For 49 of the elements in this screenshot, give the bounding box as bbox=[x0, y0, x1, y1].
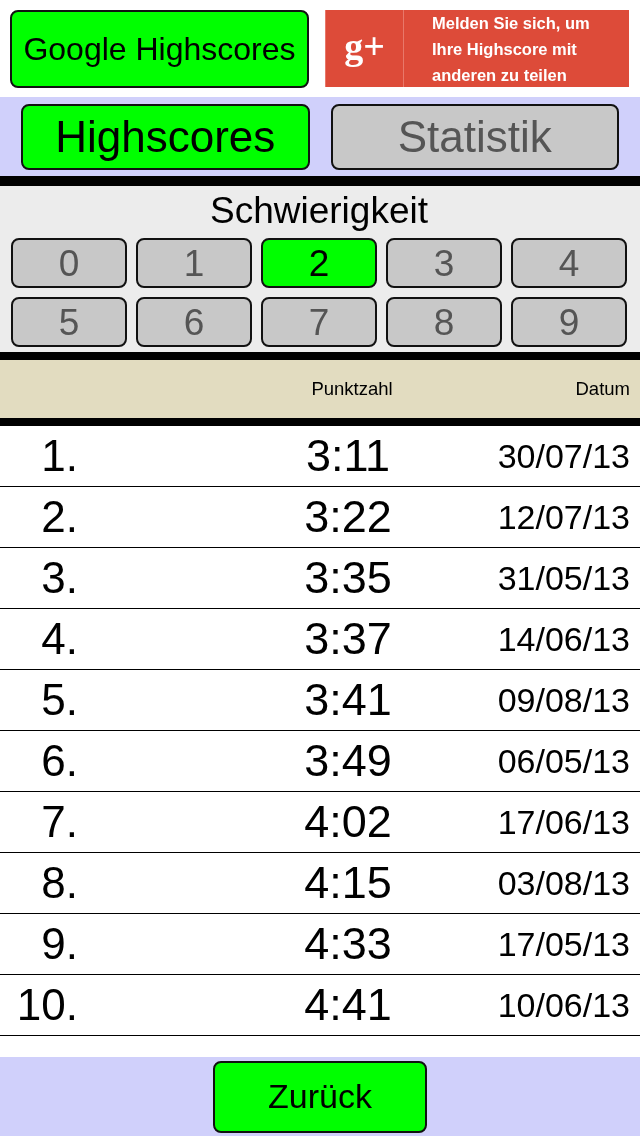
rank-cell: 6. bbox=[41, 736, 78, 786]
score-cell: 4:41 bbox=[304, 979, 392, 1031]
column-header: Datum bbox=[575, 378, 630, 400]
google-highscores-button[interactable]: Google Highscores bbox=[10, 10, 309, 88]
signin-banner-button[interactable]: g+ Melden Sie sich, um Ihre Highscore mit anderen zu teilen bbox=[325, 10, 629, 87]
score-cell: 3:35 bbox=[304, 552, 392, 604]
back-button[interactable]: Zurück bbox=[213, 1060, 427, 1133]
rank-cell: 10. bbox=[16, 980, 78, 1030]
date-cell: 30/07/13 bbox=[497, 436, 630, 476]
date-cell: 10/06/13 bbox=[497, 985, 630, 1025]
difficulty-title: Schwierigkeit bbox=[209, 189, 429, 233]
date-cell: 09/08/13 bbox=[497, 680, 630, 720]
rank-cell: 3. bbox=[41, 553, 78, 603]
score-cell: 4:15 bbox=[304, 857, 392, 909]
score-cell: 4:02 bbox=[304, 796, 392, 848]
rank-cell: 1. bbox=[41, 431, 78, 481]
score-cell: 3:22 bbox=[304, 491, 392, 543]
date-cell: 06/05/13 bbox=[497, 741, 630, 781]
difficulty-level-button[interactable]: 5 bbox=[11, 297, 127, 347]
score-cell: 3:11 bbox=[305, 430, 391, 482]
rank-cell: 9. bbox=[41, 919, 78, 969]
tab[interactable]: Highscores bbox=[21, 104, 310, 170]
difficulty-level-button[interactable]: 0 bbox=[11, 238, 127, 288]
difficulty-level-button[interactable]: 8 bbox=[386, 297, 502, 347]
difficulty-level-button[interactable]: 1 bbox=[136, 238, 252, 288]
date-cell: 12/07/13 bbox=[497, 497, 630, 537]
score-cell: 4:33 bbox=[304, 918, 392, 970]
date-cell: 17/05/13 bbox=[497, 924, 630, 964]
difficulty-level-button[interactable]: 4 bbox=[511, 238, 627, 288]
difficulty-level-button[interactable]: 9 bbox=[511, 297, 627, 347]
score-cell: 3:41 bbox=[304, 674, 392, 726]
tab[interactable]: Statistik bbox=[330, 104, 619, 170]
date-cell: 31/05/13 bbox=[497, 558, 630, 598]
rank-cell: 4. bbox=[41, 614, 78, 664]
difficulty-level-button[interactable]: 7 bbox=[261, 297, 377, 347]
date-cell: 14/06/13 bbox=[497, 619, 630, 659]
difficulty-level-button[interactable]: 2 bbox=[261, 238, 377, 288]
date-cell: 17/06/13 bbox=[497, 802, 630, 842]
rank-cell: 7. bbox=[41, 797, 78, 847]
column-header: Punktzahl bbox=[311, 378, 393, 400]
rank-cell: 2. bbox=[41, 492, 78, 542]
score-cell: 3:37 bbox=[304, 613, 392, 665]
difficulty-level-button[interactable]: 6 bbox=[136, 297, 252, 347]
difficulty-level-button[interactable]: 3 bbox=[386, 238, 502, 288]
score-cell: 3:49 bbox=[304, 735, 392, 787]
date-cell: 03/08/13 bbox=[497, 863, 630, 903]
rank-cell: 5. bbox=[41, 675, 78, 725]
g-plus-logo: g+ bbox=[325, 10, 404, 87]
rank-cell: 8. bbox=[41, 858, 78, 908]
